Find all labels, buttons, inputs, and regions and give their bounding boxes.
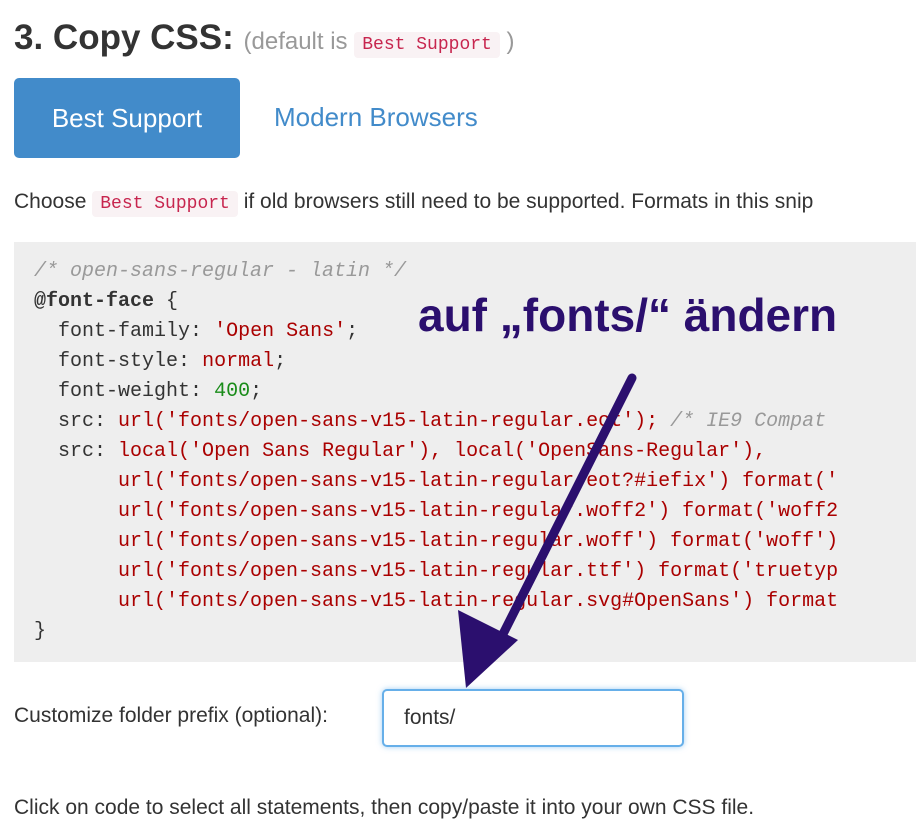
section-title: 3. Copy CSS: — [14, 18, 234, 57]
best-support-button[interactable]: Best Support — [14, 78, 240, 158]
instructions-text: Click on code to select all statements, … — [14, 796, 755, 819]
section-heading: 3. Copy CSS: (default is Best Support ) — [14, 18, 515, 58]
support-description: Choose Best Support if old browsers stil… — [14, 190, 813, 217]
default-tag: Best Support — [354, 32, 500, 58]
folder-prefix-input[interactable] — [382, 689, 684, 747]
best-support-tag: Best Support — [92, 191, 238, 217]
prefix-label: Customize folder prefix (optional): — [14, 704, 328, 727]
default-note: (default is Best Support ) — [244, 28, 515, 58]
modern-browsers-link[interactable]: Modern Browsers — [274, 102, 478, 133]
annotation-text: auf „fonts/“ ändern — [418, 289, 838, 341]
